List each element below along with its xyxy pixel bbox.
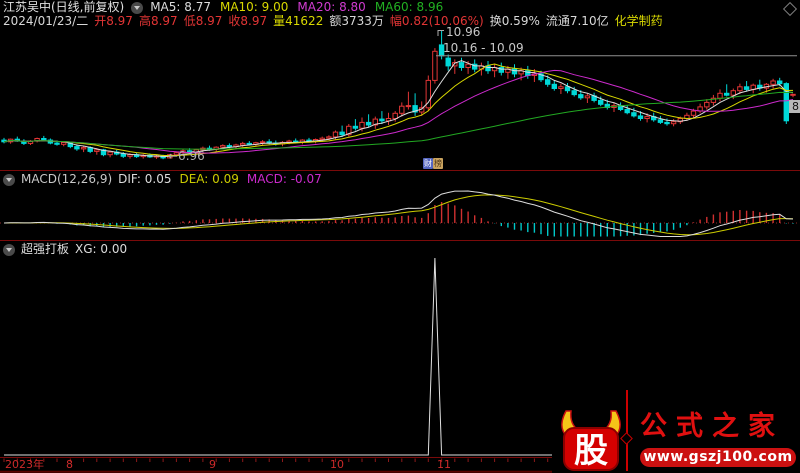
xg-title: 超强打板 [21,243,69,256]
info-item: 高8.97 [139,15,178,28]
axis-month-label: 8 [66,459,73,471]
ma-values-list: MA5: 8.77 MA10: 9.00 MA20: 8.80 MA60: 8.96 [150,1,443,14]
gap-range-label: 10.16 - 10.09 [443,41,524,55]
collapse-xg-icon[interactable] [3,244,15,256]
macd-panel-header: MACD(12,26,9) DIF: 0.05 DEA: 0.09 MACD: -0… [3,173,322,186]
info-item: 额3733万 [329,15,384,28]
info-item: 换0.59% [490,15,540,28]
watermark-logo: 股 公式之家 www.gszj100.com [552,388,800,473]
logo-name: 公式之家 [640,404,784,443]
logo-url: www.gszj100.com [640,448,796,467]
collapse-main-icon[interactable] [131,2,143,14]
event-badge-icon[interactable]: 财 [423,158,433,169]
high-price-label: 10.96 [446,25,480,39]
ma-value: MA10: 9.00 [220,1,288,14]
chevron-down-icon [6,248,12,252]
axis-month-label: 9 [209,459,216,471]
xg-panel-header: 超强打板 XG: 0.00 [3,243,127,256]
bull-stock-icon: 股 [556,410,626,472]
logo-divider [626,390,628,471]
macd-value: MACD: -0.07 [247,173,322,186]
low-price-label: ←6.96 [168,149,205,163]
chevron-down-icon [134,6,140,10]
macd-value: DEA: 0.09 [179,173,238,186]
info-item: 2024/01/23/二 [3,15,88,28]
ma-value: MA5: 8.77 [150,1,211,14]
macd-value: DIF: 0.05 [118,173,171,186]
info-item: 低8.97 [184,15,223,28]
chevron-down-icon [6,178,12,182]
event-badge-icon[interactable]: 榜 [433,158,443,169]
xg-value: XG: 0.00 [75,243,127,256]
info-item: 流通7.10亿 [546,15,609,28]
axis-month-label: 11 [437,459,451,471]
info-item: 开8.97 [94,15,133,28]
axis-month-label: 10 [330,459,344,471]
info-item: 收8.97 [228,15,267,28]
collapse-macd-icon[interactable] [3,174,15,186]
axis-month-label: 2023年 [5,459,44,471]
info-item: 化学制药 [615,15,663,28]
info-bar: 2024/01/23/二开8.97 高8.97 低8.97 收8.97 量41622 额3… [3,15,663,28]
logo-glyph: 股 [574,431,608,471]
ma-value: MA60: 8.96 [375,1,443,14]
info-item: 量41622 [273,15,323,28]
title-bar: 江苏吴中(日线,前复权) MA5: 8.77 MA10: 9.00 MA20: 8.… [3,1,443,14]
stock-title: 江苏吴中(日线,前复权) [3,1,124,14]
app-window: 江苏吴中(日线,前复权) MA5: 8.77 MA10: 9.00 MA20: 8.… [0,0,800,473]
macd-title: MACD(12,26,9) [21,173,112,186]
ma-value: MA20: 8.80 [297,1,365,14]
last-price-tag: 8.97 [789,100,800,113]
macd-values-list: DIF: 0.05 DEA: 0.09 MACD: -0.07 [118,173,322,186]
